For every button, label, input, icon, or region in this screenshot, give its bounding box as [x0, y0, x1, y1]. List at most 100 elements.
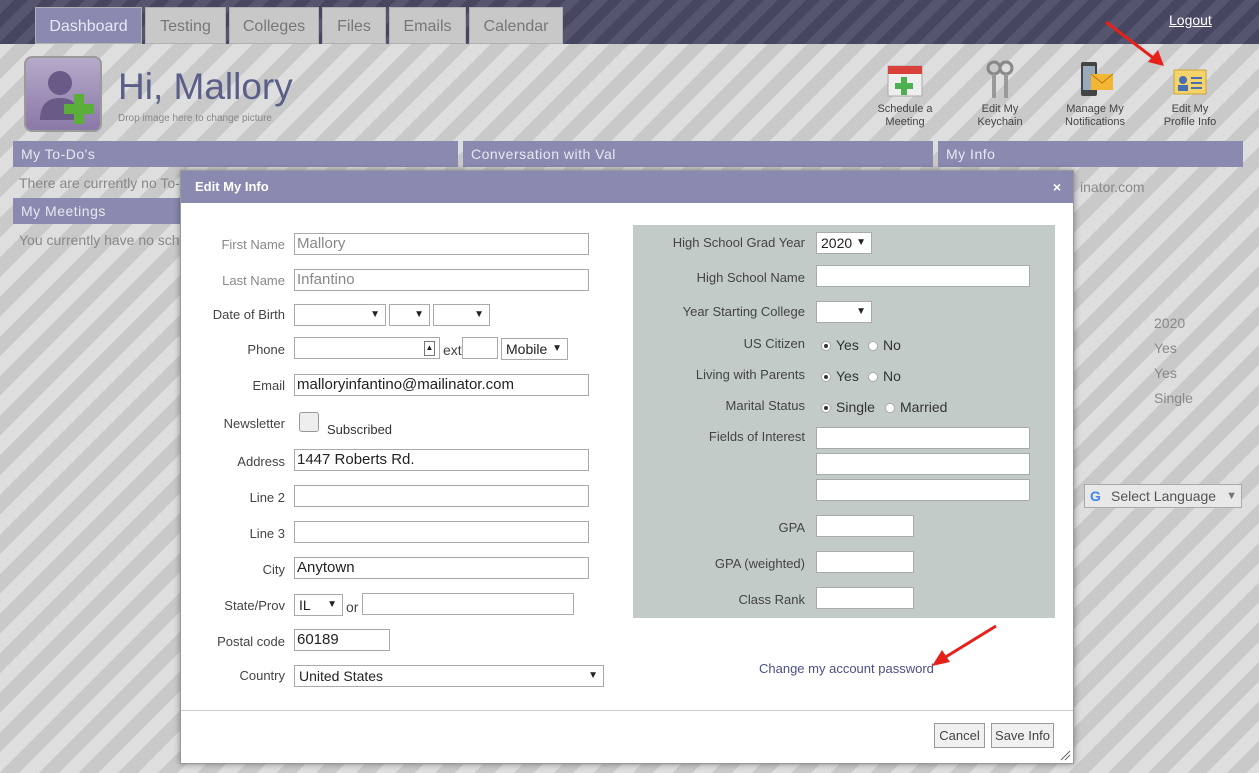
- drop-hint: Drop image here to change picture: [118, 113, 272, 124]
- line3-field[interactable]: [294, 521, 589, 543]
- meetings-header: My Meetings: [13, 198, 181, 224]
- edit-profile-info-button[interactable]: Edit My Profile Info: [1158, 60, 1222, 129]
- year-college-select[interactable]: ▼: [816, 301, 872, 323]
- address-field[interactable]: 1447 Roberts Rd.: [294, 449, 589, 471]
- fields-interest-field-1[interactable]: [816, 427, 1030, 449]
- fields-interest-field-3[interactable]: [816, 479, 1030, 501]
- postal-field[interactable]: 60189: [294, 629, 390, 651]
- gpa-weighted-label: GPA (weighted): [714, 556, 805, 571]
- cancel-button[interactable]: Cancel: [934, 723, 985, 748]
- email-label: Email: [252, 378, 285, 393]
- keys-icon: [980, 60, 1020, 100]
- citizen-yes-radio[interactable]: Yes: [821, 337, 859, 353]
- hs-name-field[interactable]: [816, 265, 1030, 287]
- grad-year-select[interactable]: 2020 ▼: [816, 232, 872, 254]
- state-select[interactable]: IL ▼: [294, 594, 343, 616]
- close-icon[interactable]: ×: [1053, 179, 1061, 195]
- class-rank-label: Class Rank: [738, 592, 805, 607]
- avatar[interactable]: [24, 56, 102, 132]
- parents-no-radio[interactable]: No: [868, 368, 901, 384]
- dob-label: Date of Birth: [212, 307, 285, 322]
- annotation-arrow-icon: [932, 624, 997, 666]
- keychain-line2: Keychain: [977, 116, 1023, 128]
- radio-icon: [885, 403, 895, 413]
- contact-card-icon: ▲: [424, 341, 435, 356]
- schedule-line1: Schedule a: [877, 103, 933, 115]
- radio-selected-icon: [821, 403, 831, 413]
- myinfo-parents: Yes: [1154, 365, 1177, 381]
- newsletter-checkbox[interactable]: [299, 412, 319, 432]
- edit-info-modal: Edit My Info × First Name Mallory Last N…: [180, 170, 1074, 764]
- state-value: IL: [299, 597, 311, 613]
- email-field[interactable]: malloryinfantino@mailinator.com: [294, 374, 589, 396]
- schedule-meeting-button[interactable]: Schedule a Meeting: [872, 60, 938, 129]
- line2-field[interactable]: [294, 485, 589, 507]
- chevron-down-icon: ▼: [414, 309, 424, 320]
- gpa-label: GPA: [778, 520, 806, 535]
- profile-line1: Edit My: [1171, 103, 1209, 115]
- user-placeholder-icon: [40, 71, 94, 124]
- dob-year-select[interactable]: ▼: [433, 304, 490, 326]
- myinfo-grad-year: 2020: [1154, 315, 1186, 331]
- modal-title: Edit My Info: [181, 171, 1073, 203]
- profile-line2: Profile Info: [1163, 116, 1217, 128]
- change-password-link[interactable]: Change my account password: [759, 661, 934, 676]
- select-language-dropdown[interactable]: G Select Language ▼: [1084, 484, 1242, 508]
- ext-label: ext: [443, 342, 462, 358]
- city-field[interactable]: Anytown: [294, 557, 589, 579]
- parents-yes-radio[interactable]: Yes: [821, 368, 859, 384]
- save-info-button[interactable]: Save Info: [991, 723, 1054, 748]
- parents-yes-label: Yes: [836, 368, 859, 384]
- marital-single-radio[interactable]: Single: [821, 399, 875, 415]
- citizen-no-radio[interactable]: No: [868, 337, 901, 353]
- year-college-label: Year Starting College: [682, 304, 805, 319]
- tab-files[interactable]: Files: [322, 7, 386, 44]
- dob-month-select[interactable]: ▼: [294, 304, 386, 326]
- phone-ext-field[interactable]: [462, 337, 498, 359]
- class-rank-field[interactable]: [816, 587, 914, 609]
- last-name-field[interactable]: Infantino: [294, 269, 589, 291]
- gpa-field[interactable]: [816, 515, 914, 537]
- logout-link[interactable]: Logout: [1169, 12, 1212, 28]
- grad-year-value: 2020: [821, 235, 853, 251]
- tab-calendar[interactable]: Calendar: [469, 7, 563, 44]
- postal-label: Postal code: [217, 634, 285, 649]
- chevron-down-icon: ▼: [327, 599, 337, 610]
- phone-field[interactable]: ▲: [294, 337, 440, 359]
- tab-colleges[interactable]: Colleges: [229, 7, 319, 44]
- meetings-empty-text: You currently have no sche: [19, 232, 188, 248]
- country-label: Country: [239, 668, 285, 683]
- myinfo-email: inator.com: [1080, 179, 1145, 195]
- tab-dashboard[interactable]: Dashboard: [35, 7, 142, 44]
- edit-keychain-button[interactable]: Edit My Keychain: [968, 60, 1032, 129]
- country-select[interactable]: United States ▼: [294, 665, 604, 687]
- first-name-field[interactable]: Mallory: [294, 233, 589, 255]
- line3-label: Line 3: [249, 526, 285, 541]
- notifications-line1: Manage My: [1066, 103, 1124, 115]
- tab-testing[interactable]: Testing: [145, 7, 226, 44]
- conversation-header: Conversation with Val: [463, 141, 933, 167]
- marital-label: Marital Status: [725, 398, 805, 413]
- radio-selected-icon: [821, 372, 831, 382]
- google-g-icon: G: [1090, 488, 1101, 504]
- annotation-arrow-icon: [1105, 20, 1164, 66]
- marital-married-label: Married: [900, 399, 948, 415]
- myinfo-citizen: Yes: [1154, 340, 1177, 356]
- dob-day-select[interactable]: ▼: [389, 304, 430, 326]
- id-card-icon: [1170, 60, 1210, 100]
- phone-type-select[interactable]: Mobile ▼: [501, 338, 568, 360]
- greeting: Hi, Mallory: [118, 66, 293, 107]
- gpa-weighted-field[interactable]: [816, 551, 914, 573]
- tab-emails[interactable]: Emails: [389, 7, 466, 44]
- resize-handle-icon[interactable]: [1059, 749, 1071, 761]
- todos-header: My To-Do's: [13, 141, 458, 167]
- fields-interest-field-2[interactable]: [816, 453, 1030, 475]
- calendar-plus-icon: [885, 60, 925, 100]
- parents-label: Living with Parents: [695, 367, 805, 382]
- chevron-down-icon: ▼: [1226, 490, 1237, 502]
- province-field[interactable]: [362, 593, 574, 615]
- newsletter-label: Newsletter: [223, 416, 285, 431]
- citizen-no-label: No: [883, 337, 901, 353]
- marital-married-radio[interactable]: Married: [885, 399, 947, 415]
- manage-notifications-button[interactable]: Manage My Notifications: [1058, 60, 1132, 129]
